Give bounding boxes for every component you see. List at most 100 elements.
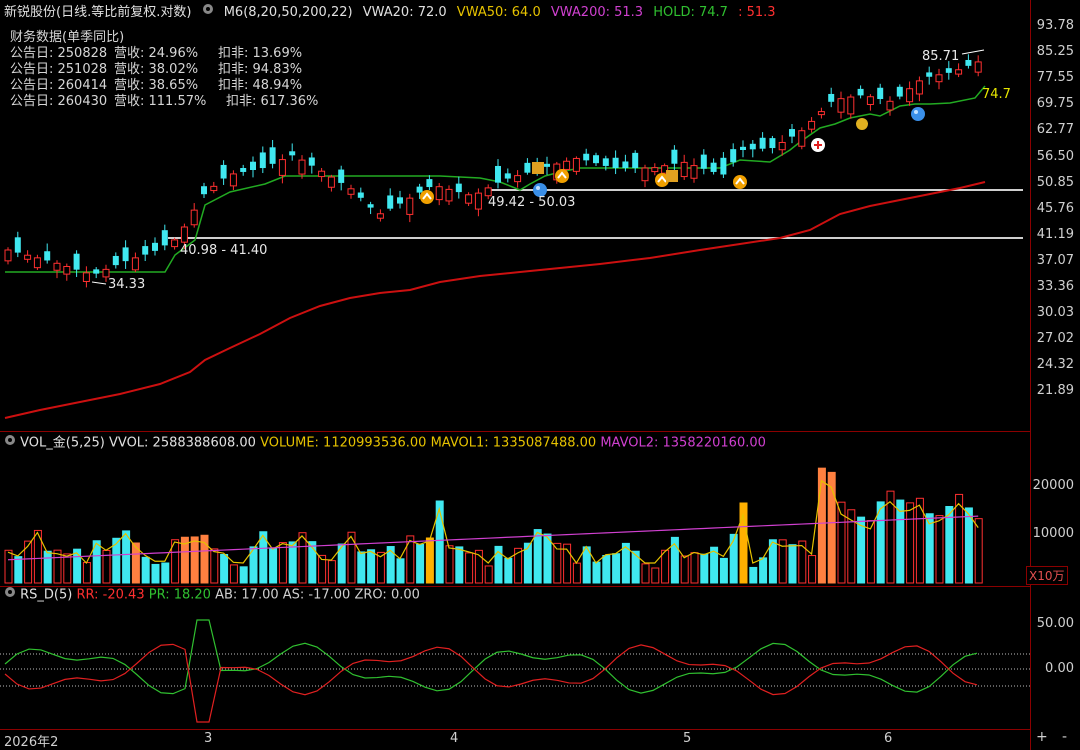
volume-bar [964, 507, 973, 584]
range2-annotation: 49.42 - 50.03 [488, 195, 575, 210]
settings-gear-icon[interactable] [4, 586, 16, 604]
candle [445, 188, 453, 202]
candle [798, 130, 806, 147]
candle [44, 251, 51, 261]
volume-title[interactable]: VOL_金(5,25) [20, 436, 105, 451]
candle [406, 197, 414, 215]
candle [495, 165, 501, 183]
as-value: AS: -17.00 [282, 587, 351, 603]
volume-bar [220, 553, 229, 584]
candle [426, 179, 433, 188]
candle [435, 186, 443, 201]
volume-bar [906, 502, 915, 584]
volume-bar [269, 547, 278, 584]
candle [102, 268, 110, 278]
buy-marker-icon [420, 190, 434, 204]
hold-annotation: 74.7 [982, 87, 1011, 102]
volume-bar [327, 560, 336, 584]
volume-bar [798, 540, 807, 584]
candle [465, 194, 473, 204]
candle [886, 100, 894, 111]
volume-bar [592, 561, 601, 584]
volume-bar [396, 558, 405, 584]
candle [602, 158, 609, 166]
zoom-in-button[interactable]: + [1036, 729, 1048, 745]
candle [877, 87, 884, 100]
candle [583, 153, 590, 161]
price-axis-tick: 24.32 [1036, 357, 1074, 373]
volume-bar [53, 549, 62, 584]
volume-bar [14, 556, 23, 584]
candle [210, 185, 218, 192]
candle [416, 186, 423, 193]
candle [112, 255, 119, 266]
candle [866, 96, 874, 105]
candle [338, 169, 345, 183]
candle [53, 262, 61, 271]
price-axis-tick: 21.89 [1036, 383, 1074, 399]
candle [915, 80, 923, 95]
volume-bar [73, 548, 82, 584]
price-axis-tick: 45.76 [1036, 200, 1074, 216]
candle [730, 149, 737, 163]
candle [935, 74, 943, 83]
volume-bar [288, 541, 297, 584]
candle [749, 143, 756, 150]
candle [622, 161, 629, 168]
note-icon [532, 162, 544, 174]
candle [259, 152, 266, 169]
candle [278, 159, 286, 176]
candle [229, 173, 237, 187]
candle [680, 161, 688, 178]
volume-bar [759, 557, 768, 584]
rsd-header: RS_D(5) RR: -20.43 PR: 18.20 AB: 17.00 A… [0, 586, 420, 604]
candle [612, 157, 619, 168]
volume-bar [298, 532, 307, 584]
price-axis-tick: 56.50 [1036, 148, 1074, 164]
volume-bar [161, 562, 170, 584]
candle [347, 188, 355, 195]
mavol2-value: MAVOL2: 1358220160.00 [600, 435, 766, 451]
candle [367, 204, 374, 208]
note-icon [666, 170, 678, 182]
candle [641, 167, 649, 182]
candle [808, 120, 816, 130]
zoom-out-button[interactable]: - [1062, 729, 1067, 745]
settings-gear-icon[interactable] [4, 434, 16, 452]
candle [142, 246, 149, 255]
price-axis-tick: 69.75 [1036, 96, 1074, 112]
candle [250, 161, 256, 170]
price-axis-tick: 37.07 [1036, 252, 1074, 268]
volume-bar [631, 550, 640, 584]
volume-bar [367, 549, 376, 584]
volume-bar [974, 518, 983, 584]
volume-bar [661, 549, 670, 584]
rsd-title[interactable]: RS_D(5) [20, 588, 72, 603]
rsd-axis-tick: 0.00 [1045, 661, 1074, 676]
x-axis-label: 6 [884, 731, 893, 746]
candle [720, 157, 727, 175]
price-axis [1030, 0, 1080, 750]
candle [778, 141, 786, 151]
candle [759, 137, 766, 149]
volume-bar [817, 467, 826, 584]
volume-bar [680, 555, 689, 584]
price-axis-tick: 27.02 [1036, 331, 1074, 347]
candle [308, 157, 315, 166]
candle [152, 242, 158, 251]
volume-bar [719, 557, 728, 584]
volume-bar [955, 493, 964, 584]
volume-bar [190, 536, 199, 584]
price-chart[interactable]: 34.33 40.98 - 41.40 49.42 - 50.03 85.71 … [0, 0, 1030, 750]
candle [63, 265, 71, 275]
candle [740, 146, 746, 150]
volume-unit-badge: X10万 [1026, 566, 1068, 585]
volume-bar [690, 552, 699, 584]
volume-axis-tick: 20000 [1032, 478, 1074, 493]
zro-value: ZRO: 0.00 [354, 587, 420, 603]
volume-bar [749, 566, 758, 584]
candle [387, 195, 394, 209]
candle [376, 213, 384, 219]
price-axis-tick: 50.85 [1036, 174, 1074, 190]
buy-marker-icon [733, 175, 747, 189]
